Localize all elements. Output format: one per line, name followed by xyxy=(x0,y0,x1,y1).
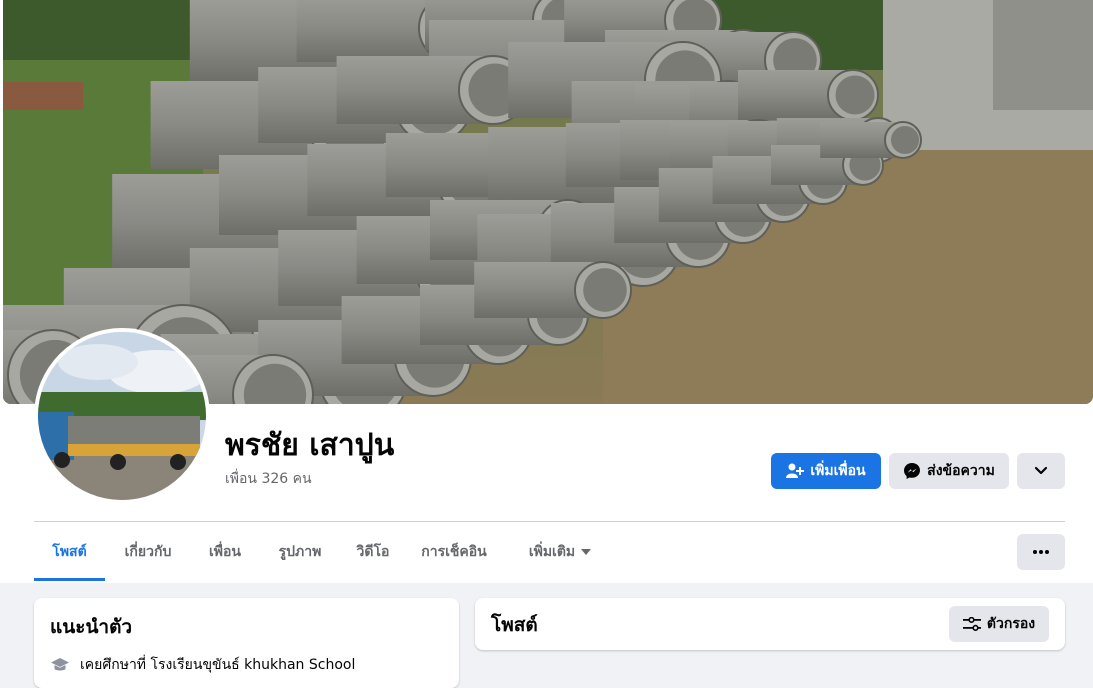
intro-education-text[interactable]: เคยศึกษาที่ โรงเรียนขุขันธ์ khukhan Scho… xyxy=(80,654,355,676)
filter-button[interactable]: ตัวกรอง xyxy=(949,606,1049,642)
profile-name: พรชัย เสาปูน xyxy=(225,428,395,463)
intro-title: แนะนำตัว xyxy=(50,616,133,638)
intro-card: แนะนำตัว เคยศึกษาที่ โรงเรียนขุขันธ์ khu… xyxy=(34,598,459,688)
posts-title: โพสต์ xyxy=(491,614,538,636)
more-dots-icon xyxy=(1033,550,1049,554)
tab-videos[interactable]: วิดีโอ xyxy=(342,522,404,582)
cover-pipe-hole xyxy=(835,75,875,115)
profile-header: พรชัย เสาปูน เพื่อน 326 คน เพิ่มเพื่อน ส… xyxy=(0,0,1093,583)
graduation-cap-icon xyxy=(51,658,69,671)
more-actions-button[interactable] xyxy=(1017,453,1065,489)
caret-down-icon xyxy=(581,548,592,555)
tab-photos-label: รูปภาพ xyxy=(278,544,322,560)
cover-pipe-hole xyxy=(890,125,920,155)
add-friend-icon xyxy=(786,463,805,478)
message-label: ส่งข้อความ xyxy=(927,463,995,479)
profile-avatar[interactable] xyxy=(34,328,210,504)
messenger-icon xyxy=(904,463,921,479)
cover-pipe-hole xyxy=(583,268,627,312)
tab-checkins[interactable]: การเช็คอิน xyxy=(406,522,502,582)
tab-friends[interactable]: เพื่อน xyxy=(192,522,258,582)
message-button[interactable]: ส่งข้อความ xyxy=(889,453,1009,489)
posts-card: โพสต์ ตัวกรอง xyxy=(475,598,1065,650)
add-friend-button[interactable]: เพิ่มเพื่อน xyxy=(771,453,881,489)
tab-friends-label: เพื่อน xyxy=(209,544,241,560)
tab-posts-label: โพสต์ xyxy=(52,544,87,560)
add-friend-label: เพิ่มเพื่อน xyxy=(810,463,866,479)
tab-videos-label: วิดีโอ xyxy=(356,544,390,560)
tab-more[interactable]: เพิ่มเติม xyxy=(512,522,608,582)
chevron-down-icon xyxy=(1034,466,1048,475)
tab-more-label: เพิ่มเติม xyxy=(528,544,576,560)
tab-about[interactable]: เกี่ยวกับ xyxy=(106,522,190,582)
intro-education: เคยศึกษาที่ โรงเรียนขุขันธ์ khukhan Scho… xyxy=(50,654,355,676)
filter-label: ตัวกรอง xyxy=(986,616,1036,632)
tab-posts[interactable]: โพสต์ xyxy=(34,522,105,582)
filter-icon xyxy=(962,617,981,631)
tab-checkins-label: การเช็คอิน xyxy=(421,544,487,560)
tab-about-label: เกี่ยวกับ xyxy=(124,544,172,560)
friend-count[interactable]: เพื่อน 326 คน xyxy=(225,469,312,489)
avatar-photo xyxy=(38,332,206,500)
tabs-more-options-button[interactable] xyxy=(1017,534,1065,570)
tab-photos[interactable]: รูปภาพ xyxy=(260,522,340,582)
